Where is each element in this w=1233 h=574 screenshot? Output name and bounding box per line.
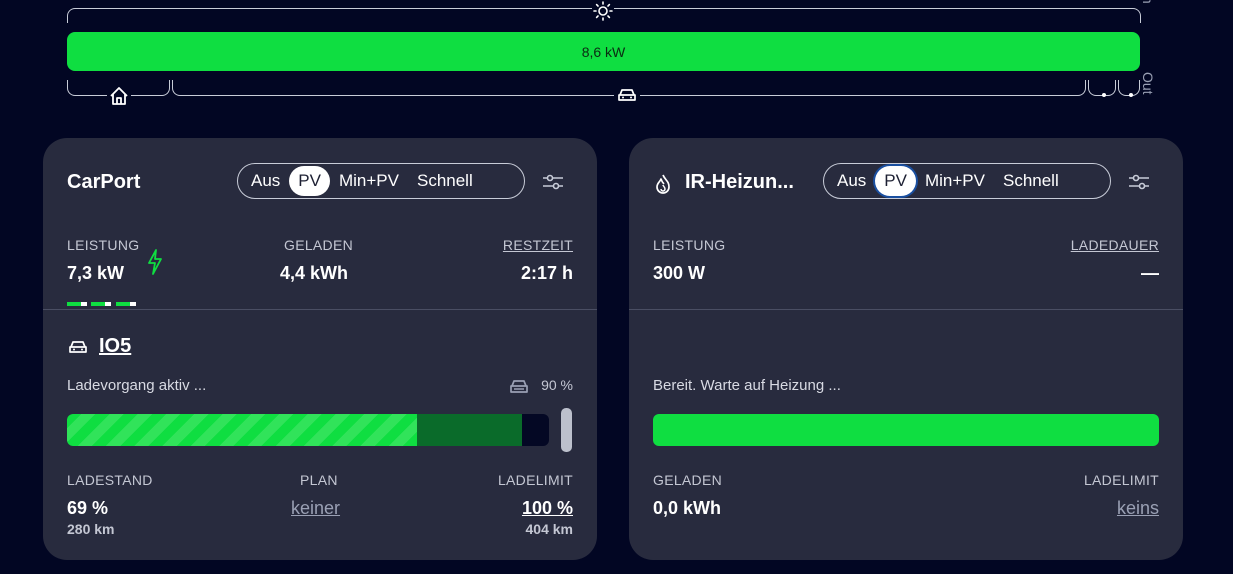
ladelimit-link[interactable]: keins [1117,498,1159,519]
pv-power-bar[interactable]: 8,6 kW [67,32,1140,71]
soc-fill [67,414,417,446]
leistung-label: LEISTUNG [67,237,140,253]
card-divider [43,309,597,310]
heater-bar [653,414,1159,446]
ladelimit-range: 404 km [525,521,573,537]
ladelimit-label: LADELIMIT [497,472,573,488]
card-divider [629,309,1183,310]
ladelimit-value[interactable]: 100 % [522,498,573,519]
in-label: In [1140,0,1156,4]
vehicle-name-link[interactable]: IO5 [99,335,131,358]
plan-link[interactable]: keiner [291,498,340,519]
soc-planned-fill [417,414,522,446]
heater-status: Bereit. Warte auf Heizung ... [653,377,841,394]
geladen-value: 0,0 kWh [653,498,722,518]
mode-aus-button[interactable]: Aus [242,166,289,196]
mode-schnell-button[interactable]: Schnell [994,166,1068,196]
loadpoint-title: CarPort [67,171,141,193]
vehicle-limit-car-icon [508,377,530,400]
geladen-label: GELADEN [284,237,354,253]
vehicle-limit-value: 90 % [541,377,573,393]
geladen-label: GELADEN [653,472,723,488]
plan-label: PLAN [300,472,338,488]
ladestand-value: 69 % [67,498,109,518]
vehicle-car-icon [67,338,89,361]
mode-minpv-button[interactable]: Min+PV [916,166,994,196]
mode-selector: Aus PV Min+PV Schnell [823,163,1111,199]
soc-bar [67,414,549,446]
loadpoint-card-heater: IR-Heizun... Aus PV Min+PV Schnell LEIST… [629,138,1183,560]
settings-sliders-icon[interactable] [1128,171,1150,193]
flame-icon [653,173,673,200]
mode-aus-button[interactable]: Aus [828,166,875,196]
leistung-label: LEISTUNG [653,237,726,253]
loadpoint-card-carport: CarPort Aus PV Min+PV Schnell LEISTUNG 7… [43,138,597,560]
leistung-value: 7,3 kW [67,263,125,283]
loadpoint-title: IR-Heizun... [685,171,794,193]
mode-pv-button[interactable]: PV [289,166,330,196]
mode-schnell-button[interactable]: Schnell [408,166,482,196]
dot-marker-1 [1102,93,1106,97]
ladelimit-label: LADELIMIT [1083,472,1159,488]
charging-bolt-icon [146,249,164,280]
settings-sliders-icon[interactable] [542,171,564,193]
mode-minpv-button[interactable]: Min+PV [330,166,408,196]
geladen-value: 4,4 kWh [280,263,349,283]
home-icon [107,85,131,107]
dot-marker-2 [1129,93,1133,97]
pv-power-value: 8,6 kW [581,43,626,60]
mode-pv-button[interactable]: PV [875,166,916,196]
ladedauer-label[interactable]: LADEDAUER [1071,237,1159,253]
ladedauer-value: — [1141,263,1159,283]
charging-status: Ladevorgang aktiv ... [67,377,207,394]
out-label: Out [1140,72,1156,95]
ladestand-label: LADESTAND [67,472,153,488]
leistung-value: 300 W [653,263,706,283]
limit-slider-handle[interactable] [561,408,572,452]
restzeit-value: 2:17 h [520,263,573,283]
mode-selector: Aus PV Min+PV Schnell [237,163,525,199]
sun-icon [592,0,614,22]
car-icon [614,85,640,105]
restzeit-label[interactable]: RESTZEIT [503,237,573,253]
ladestand-range: 280 km [67,521,115,537]
